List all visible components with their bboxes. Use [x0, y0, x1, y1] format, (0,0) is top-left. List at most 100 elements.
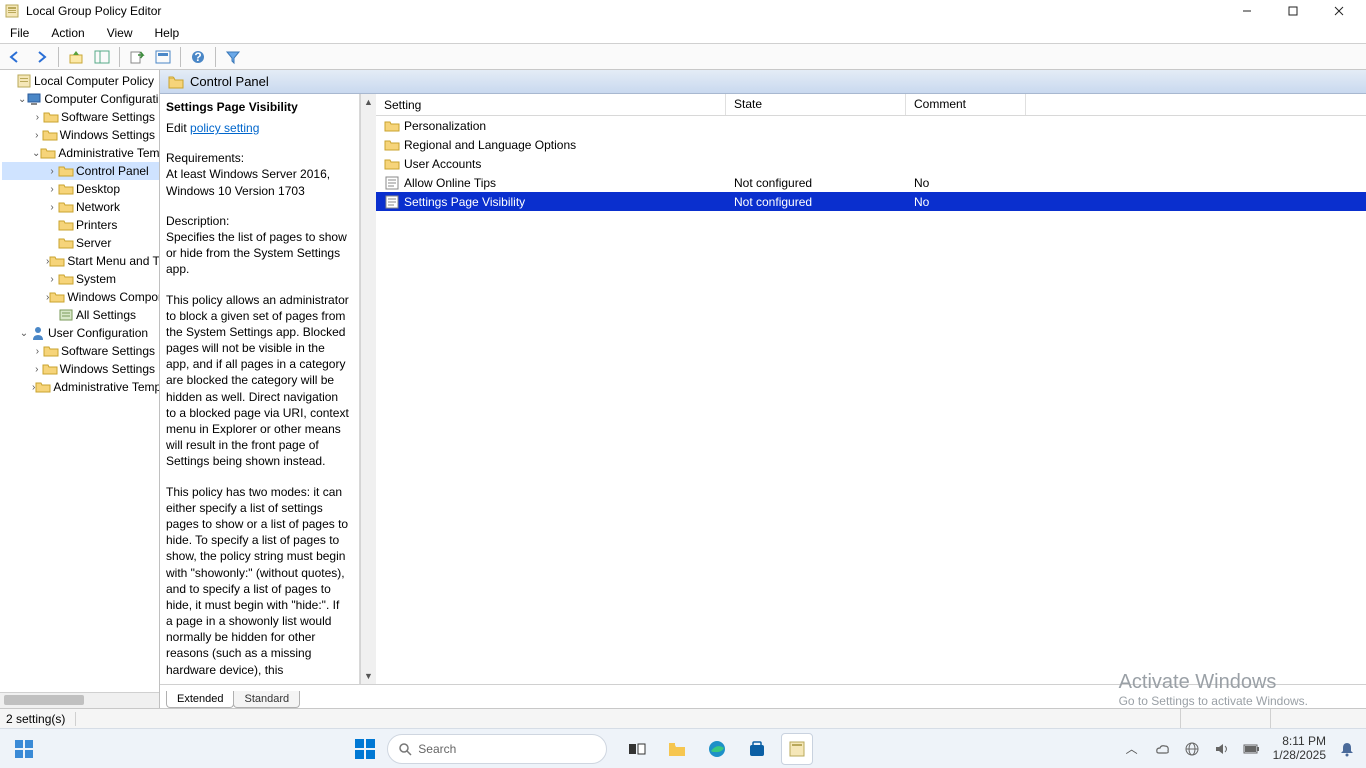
description-p1: Specifies the list of pages to show or h… — [166, 229, 349, 278]
col-comment[interactable]: Comment — [906, 94, 1026, 115]
rows-container: PersonalizationRegional and Language Opt… — [376, 116, 1366, 211]
taskbar: Search ︿ 8:11 PM 1/28/2025 — [0, 728, 1366, 768]
expand-toggle[interactable]: › — [46, 202, 58, 213]
edit-policy-link[interactable]: policy setting — [190, 121, 259, 135]
folder-icon — [58, 217, 74, 233]
col-setting[interactable]: Setting — [376, 94, 726, 115]
expand-toggle[interactable]: › — [46, 166, 58, 177]
setting-icon — [384, 194, 400, 210]
tree-node[interactable]: ⌄ User Configuration — [2, 324, 159, 342]
tree-node[interactable]: ›Control Panel — [2, 162, 159, 180]
tree-node[interactable]: Server — [2, 234, 159, 252]
tree-node[interactable]: All Settings — [2, 306, 159, 324]
tree-node[interactable]: › Windows Settings — [2, 360, 159, 378]
menu-file[interactable]: File — [6, 24, 33, 42]
list-row[interactable]: Settings Page VisibilityNot configuredNo — [376, 192, 1366, 211]
filter-button[interactable] — [222, 46, 244, 68]
tree-node[interactable]: ›System — [2, 270, 159, 288]
expand-toggle[interactable]: › — [46, 274, 58, 285]
volume-icon[interactable] — [1213, 740, 1231, 758]
tree-hscrollbar[interactable] — [0, 692, 159, 708]
list-row[interactable]: Allow Online TipsNot configuredNo — [376, 173, 1366, 192]
policy-tree[interactable]: Local Computer Policy⌄Computer Configura… — [0, 70, 159, 398]
statusbar: 2 setting(s) — [0, 708, 1366, 728]
expand-toggle[interactable]: › — [32, 130, 42, 141]
widgets-button[interactable] — [8, 733, 40, 765]
tree-node[interactable]: Printers — [2, 216, 159, 234]
up-button[interactable] — [65, 46, 87, 68]
tree-node[interactable]: ›Windows Components — [2, 288, 159, 306]
menu-help[interactable]: Help — [151, 24, 184, 42]
tree-node-label: Printers — [76, 218, 117, 232]
tree-node[interactable]: › Desktop — [2, 180, 159, 198]
tree-node[interactable]: ›Administrative Templates — [2, 378, 159, 396]
taskbar-search[interactable]: Search — [387, 734, 607, 764]
minimize-button[interactable] — [1224, 0, 1270, 22]
tree-node[interactable]: ›Software Settings — [2, 342, 159, 360]
tab-extended[interactable]: Extended — [166, 691, 234, 708]
col-state[interactable]: State — [726, 94, 906, 115]
expand-toggle[interactable]: › — [32, 112, 43, 123]
store-button[interactable] — [741, 733, 773, 765]
start-button[interactable] — [349, 733, 381, 765]
search-icon — [398, 742, 412, 756]
tab-standard[interactable]: Standard — [233, 691, 300, 708]
tree-node-label: Network — [76, 200, 120, 214]
expand-toggle[interactable]: › — [46, 184, 58, 195]
close-button[interactable] — [1316, 0, 1362, 22]
menu-view[interactable]: View — [103, 24, 137, 42]
desc-scrollbar[interactable]: ▲ ▼ — [360, 94, 376, 684]
list-row[interactable]: Personalization — [376, 116, 1366, 135]
edge-button[interactable] — [701, 733, 733, 765]
window-title: Local Group Policy Editor — [26, 4, 161, 18]
help-button[interactable]: ? — [187, 46, 209, 68]
tree-node[interactable]: ⌄Computer Configuration — [2, 90, 159, 108]
tree-node-label: Windows Settings — [60, 362, 155, 376]
app-icon — [4, 3, 20, 19]
back-button[interactable] — [4, 46, 26, 68]
explorer-button[interactable] — [661, 733, 693, 765]
edit-line: Edit policy setting — [166, 120, 349, 136]
maximize-button[interactable] — [1270, 0, 1316, 22]
tree-node[interactable]: Local Computer Policy — [2, 72, 159, 90]
onedrive-icon[interactable] — [1153, 740, 1171, 758]
tree-node-label: Windows Components — [67, 290, 159, 304]
folder-icon — [43, 109, 59, 125]
scroll-down-button[interactable]: ▼ — [361, 668, 376, 684]
tree-node-label: Desktop — [76, 182, 120, 196]
list-row[interactable]: Regional and Language Options — [376, 135, 1366, 154]
tree-node-label: User Configuration — [48, 326, 148, 340]
battery-icon[interactable] — [1243, 740, 1261, 758]
tree-node[interactable]: ⌄Administrative Templates — [2, 144, 159, 162]
gpedit-taskbar-button[interactable] — [781, 733, 813, 765]
language-icon[interactable] — [1183, 740, 1201, 758]
tree-node[interactable]: ›Start Menu and Taskbar — [2, 252, 159, 270]
expand-toggle[interactable]: › — [32, 364, 42, 375]
list-row[interactable]: User Accounts — [376, 154, 1366, 173]
chevron-up-icon[interactable]: ︿ — [1123, 740, 1141, 758]
refresh-button[interactable] — [152, 46, 174, 68]
menu-action[interactable]: Action — [47, 24, 88, 42]
tree-node[interactable]: ›Software Settings — [2, 108, 159, 126]
taskview-button[interactable] — [621, 733, 653, 765]
taskbar-clock[interactable]: 8:11 PM 1/28/2025 — [1273, 735, 1326, 761]
show-hide-tree-button[interactable] — [91, 46, 113, 68]
watermark-title: Activate Windows — [1119, 671, 1308, 694]
scrollbar-thumb[interactable] — [4, 695, 84, 705]
tree-node[interactable]: ›Windows Settings — [2, 126, 159, 144]
export-button[interactable] — [126, 46, 148, 68]
tree-node[interactable]: › Network — [2, 198, 159, 216]
settings-icon — [58, 307, 74, 323]
scroll-track[interactable] — [361, 110, 376, 668]
expand-toggle[interactable]: ⌄ — [18, 94, 26, 105]
scroll-up-button[interactable]: ▲ — [361, 94, 376, 110]
expand-toggle[interactable]: ⌄ — [18, 328, 30, 339]
expand-toggle[interactable]: ⌄ — [32, 148, 40, 159]
expand-toggle[interactable]: › — [32, 346, 43, 357]
computer-icon — [26, 91, 42, 107]
forward-button[interactable] — [30, 46, 52, 68]
notifications-icon[interactable] — [1338, 740, 1356, 758]
status-cell — [1270, 709, 1360, 728]
desc-title: Settings Page Visibility — [166, 100, 349, 114]
folder-icon — [35, 379, 51, 395]
